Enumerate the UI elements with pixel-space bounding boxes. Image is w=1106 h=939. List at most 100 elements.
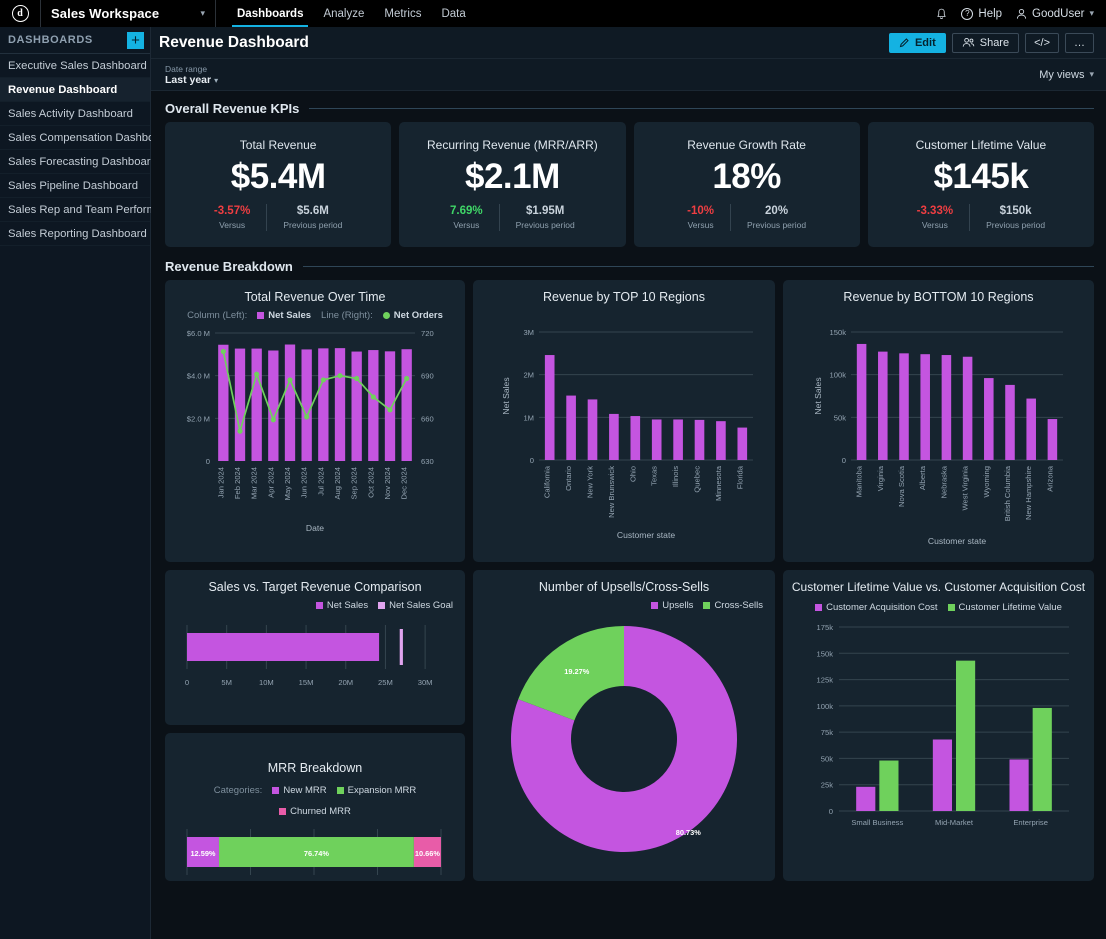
legend-item-cross-sells[interactable]: Cross-Sells [703,600,763,611]
more-options-button[interactable]: … [1065,33,1094,53]
sidebar-item-sales-compensation-dashboard[interactable]: Sales Compensation Dashboard [0,126,150,150]
legend-item-cac[interactable]: Customer Acquisition Cost [815,602,937,613]
sidebar-item-executive-sales-dashboard[interactable]: Executive Sales Dashboard [0,54,150,78]
kpi-change-cell: -3.57% Versus [198,204,266,231]
legend-swatch [337,787,344,794]
sidebar-item-sales-activity-dashboard[interactable]: Sales Activity Dashboard [0,102,150,126]
date-range-filter[interactable]: Date range Last year▾ [165,64,218,86]
section-title: Revenue Breakdown [165,259,293,274]
nav-tab-analyze[interactable]: Analyze [314,0,373,27]
svg-text:Mar 2024: Mar 2024 [250,467,259,499]
chart-title: Sales vs. Target Revenue Comparison [173,580,457,594]
kpi-versus-label: Versus [453,219,479,231]
legend-label: Expansion MRR [348,785,417,796]
kpi-card-revenue-growth-rate[interactable]: Revenue Growth Rate 18% -10% Versus 20% … [634,122,860,247]
nav-tab-metrics[interactable]: Metrics [375,0,430,27]
legend-swatch [651,602,658,609]
svg-text:Texas: Texas [650,466,659,486]
legend-item-upsells[interactable]: Upsells [651,600,693,611]
kpi-previous-value: 20% [765,204,788,219]
help-icon: ? [961,8,973,20]
page-header: Revenue Dashboard Edit [151,27,1106,59]
legend-prefix-right: Line (Right): [321,310,373,321]
kpi-card-customer-lifetime-value[interactable]: Customer Lifetime Value $145k -3.33% Ver… [868,122,1094,247]
legend-item-net-sales[interactable]: Net Sales [316,600,368,611]
pencil-icon [899,37,910,48]
kpi-card-recurring-revenue[interactable]: Recurring Revenue (MRR/ARR) $2.1M 7.69% … [399,122,625,247]
svg-text:3M: 3M [523,328,534,337]
edit-button[interactable]: Edit [889,33,946,53]
legend-swatch [272,787,279,794]
dashboard-canvas: Overall Revenue KPIs Total Revenue $5.4M… [151,91,1106,939]
section-revenue-breakdown: Revenue Breakdown Total Revenue Over Tim… [165,259,1094,881]
chart-title: Revenue by TOP 10 Regions [481,290,767,304]
kpi-card-total-revenue[interactable]: Total Revenue $5.4M -3.57% Versus $5.6M … [165,122,391,247]
sidebar-item-revenue-dashboard[interactable]: Revenue Dashboard [0,78,150,102]
svg-text:25k: 25k [821,781,833,790]
nav-tab-data[interactable]: Data [432,0,474,27]
svg-text:Date: Date [306,523,324,533]
embed-code-button[interactable]: </> [1025,33,1059,53]
svg-text:Jul 2024: Jul 2024 [316,467,325,496]
legend-item-expansion-mrr[interactable]: Expansion MRR [337,785,417,796]
sidebar: DASHBOARDS + Executive Sales Dashboard R… [0,27,151,939]
legend-swatch [378,602,385,609]
svg-text:Enterprise: Enterprise [1013,818,1048,827]
user-menu[interactable]: GoodUser ▾ [1016,8,1094,20]
chart-card-sales-vs-target[interactable]: Sales vs. Target Revenue Comparison Net … [165,570,465,725]
help-button[interactable]: ? Help [961,8,1002,20]
kpi-value: $5.4M [231,154,326,200]
svg-text:Ohio: Ohio [628,466,637,482]
kpi-footer: 7.69% Versus $1.95M Previous period [434,204,591,231]
svg-text:Illinois: Illinois [671,466,680,487]
svg-text:Net Sales: Net Sales [813,377,823,414]
legend-label: Churned MRR [290,806,351,817]
svg-text:100k: 100k [817,702,834,711]
legend-label: Net Sales [268,310,311,321]
nav-tab-dashboards[interactable]: Dashboards [228,0,312,27]
chart-card-revenue-top-10-regions[interactable]: Revenue by TOP 10 Regions 01M2M3MCalifor… [473,280,775,562]
legend-item-net-sales[interactable]: Net Sales [257,310,311,321]
add-dashboard-button[interactable]: + [127,32,144,49]
legend-label: Cross-Sells [714,600,763,611]
filter-bar: Date range Last year▾ My views ▾ [151,59,1106,91]
svg-text:$6.0 M: $6.0 M [187,329,210,338]
notifications-button[interactable] [936,8,947,20]
my-views-button[interactable]: My views ▾ [1039,69,1094,81]
sidebar-item-sales-reporting-dashboard[interactable]: Sales Reporting Dashboard [0,222,150,246]
legend-prefix-left: Column (Left): [187,310,247,321]
svg-text:Wyoming: Wyoming [982,466,991,498]
share-button[interactable]: Share [952,33,1019,53]
section-header: Revenue Breakdown [165,259,1094,274]
chart-card-revenue-bottom-10-regions[interactable]: Revenue by BOTTOM 10 Regions 050k100k150… [783,280,1094,562]
people-icon [962,37,975,48]
help-label: Help [978,8,1002,20]
kpi-previous-value: $150k [1000,204,1032,219]
svg-text:1M: 1M [523,413,534,422]
legend-item-churned-mrr[interactable]: Churned MRR [279,806,351,817]
svg-text:Virginia: Virginia [876,465,885,491]
page-title: Revenue Dashboard [159,34,309,52]
chart-card-upsells-cross-sells[interactable]: Number of Upsells/Cross-Sells Upsells Cr… [473,570,775,881]
legend-item-new-mrr[interactable]: New MRR [272,785,326,796]
chart-card-mrr-breakdown[interactable]: MRR Breakdown Categories: New MRR [165,733,465,881]
svg-text:75k: 75k [821,728,833,737]
legend-item-net-sales-goal[interactable]: Net Sales Goal [378,600,453,611]
kpi-previous-cell: $150k Previous period [969,204,1061,231]
svg-text:50k: 50k [821,754,833,763]
sidebar-item-sales-pipeline-dashboard[interactable]: Sales Pipeline Dashboard [0,174,150,198]
sidebar-item-sales-rep-and-team-performance[interactable]: Sales Rep and Team Perform... [0,198,150,222]
svg-text:New Brunswick: New Brunswick [607,466,616,518]
legend-item-clv[interactable]: Customer Lifetime Value [948,602,1062,613]
app-logo[interactable]: d [0,0,41,27]
chart-plot-total-revenue-over-time: 0$2.0 M$4.0 M$6.0 M630660690720Jan 2024F… [173,321,457,549]
chart-card-total-revenue-over-time[interactable]: Total Revenue Over Time Column (Left): N… [165,280,465,562]
chart-card-clv-vs-cac[interactable]: Customer Lifetime Value vs. Customer Acq… [783,570,1094,881]
sidebar-item-sales-forecasting-dashboard[interactable]: Sales Forecasting Dashboard [0,150,150,174]
legend-item-net-orders[interactable]: Net Orders [383,310,443,321]
svg-text:0: 0 [842,456,846,465]
workspace-selector[interactable]: Sales Workspace ▾ [41,0,216,27]
legend-label: New MRR [283,785,326,796]
app-body: DASHBOARDS + Executive Sales Dashboard R… [0,27,1106,939]
svg-text:British Columbia: British Columbia [1003,465,1012,521]
